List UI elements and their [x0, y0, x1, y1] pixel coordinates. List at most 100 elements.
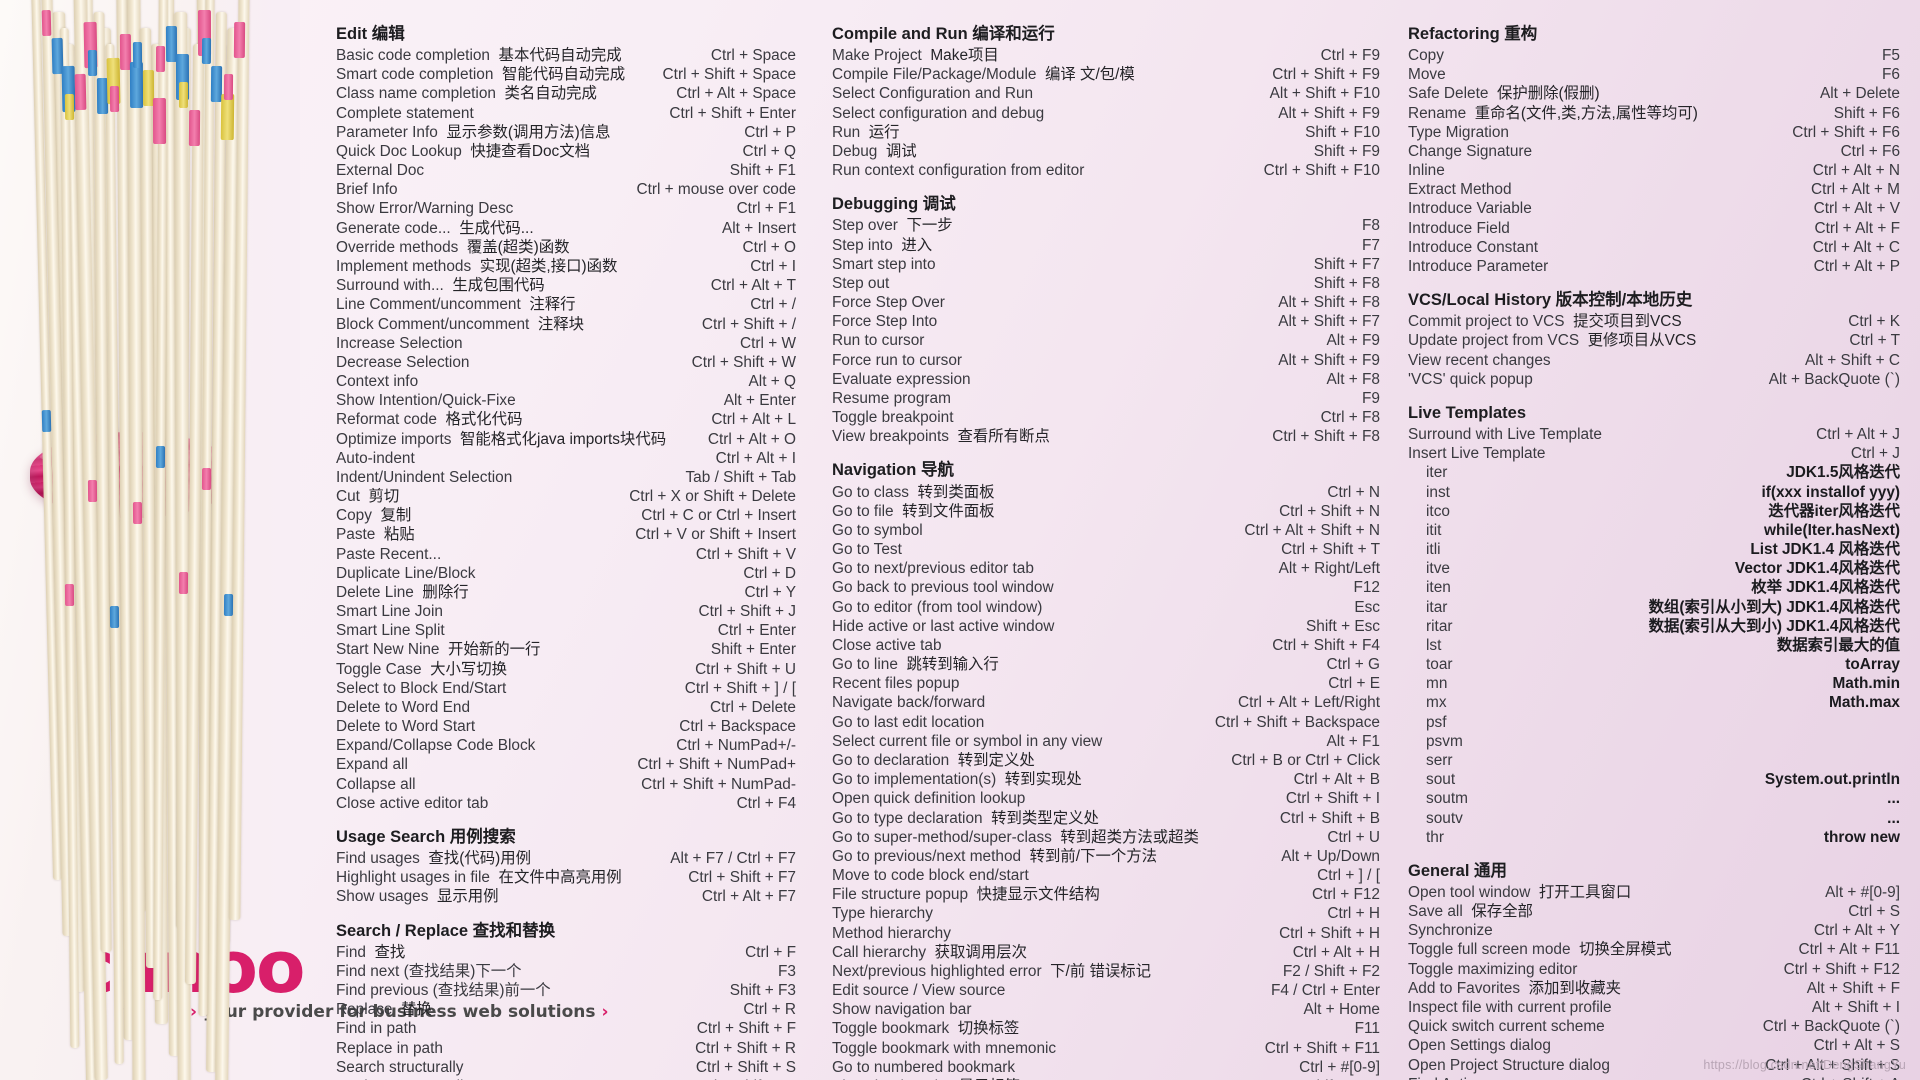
column-3: Refactoring 重构 Copy F5 Move F6 Safe Delete 保护… [1390, 24, 1920, 1080]
shortcut-row: Type Migration Ctrl + Shift + F6 [1408, 123, 1900, 142]
shortcut-row: Quick Doc Lookup 快捷查看Doc文档 Ctrl + Q [336, 142, 796, 161]
shortcut-label-en: Force Step Over [832, 294, 945, 312]
shortcut-key: Ctrl + Shift + A [1801, 1075, 1900, 1080]
shortcut-label-en: Go to class [832, 483, 909, 501]
shortcut-row: Find next (查找结果)下一个 F3 [336, 962, 796, 981]
shortcut-label-en: Context info [336, 373, 419, 391]
shortcut-key: Ctrl + Alt + Shift + N [1244, 521, 1380, 539]
shortcut-row: Find usages 查找(代码)用例 Alt + F7 / Ctrl + F7 [336, 849, 796, 868]
shortcut-row: Delete to Word End Ctrl + Delete [336, 698, 796, 717]
shortcut-row: Toggle maximizing editor Ctrl + Shift + F… [1408, 960, 1900, 979]
shortcut-label: Start New Nine 开始新的一行 [336, 640, 550, 659]
shortcut-row: Show Intention/Quick-Fixe Alt + Enter [336, 391, 796, 410]
shortcut-label: Type hierarchy [832, 904, 943, 923]
shortcut-row: Go to type declaration 转到类型定义处 Ctrl + Shi… [832, 809, 1380, 828]
shortcut-label-en: View breakpoints [832, 428, 949, 446]
shortcut-key: Alt + Shift + F9 [1278, 351, 1380, 369]
shortcut-key: Alt + Shift + I [1811, 999, 1900, 1016]
live-template-row: itar 数组(索引从小到大) JDK1.4风格迭代 [1408, 598, 1900, 617]
shortcut-label-en: Move [1408, 66, 1446, 84]
shortcut-label: Generate code... 生成代码... [336, 219, 544, 238]
shortcut-label: Delete Line 删除行 [336, 583, 479, 602]
shortcut-key: Alt + F9 [1326, 332, 1380, 350]
shortcut-label-cn: 更修项目从VCS [1579, 332, 1697, 350]
shortcut-label-en: Smart Line Join [336, 603, 443, 621]
shortcut-label: Navigate back/forward [832, 693, 995, 712]
shortcut-label-en: iten [1426, 579, 1451, 597]
section-heading-en: Search / Replace [336, 921, 469, 940]
shortcut-label-cn: 基本代码自动完成 [490, 47, 622, 65]
shortcut-row: Go to previous/next method 转到前/下一个方法 Alt … [832, 847, 1380, 866]
shortcut-key: Shift + F6 [1833, 104, 1900, 122]
shortcut-label: Go to file 转到文件面板 [832, 502, 1005, 521]
chopstick-tip [234, 21, 246, 59]
shortcut-label: Select current file or symbol in any vie… [832, 732, 1112, 751]
shortcut-label-cn: 重命名(文件,类,方法,属性等均可) [1466, 104, 1698, 122]
shortcut-label: Force Step Into [832, 312, 947, 331]
shortcut-label-en: 'VCS' quick popup [1408, 370, 1533, 388]
shortcut-label: toar [1408, 655, 1463, 674]
live-template-expansion: 枚举 JDK1.4风格迭代 [1751, 579, 1900, 597]
live-template-expansion: JDK1.5风格迭代 [1786, 464, 1900, 482]
shortcut-label: Complete statement [336, 104, 484, 123]
shortcut-row: Copy F5 [1408, 46, 1900, 65]
shortcut-label: Quick Doc Lookup 快捷查看Doc文档 [336, 142, 600, 161]
shortcut-label-en: Update project from VCS [1408, 332, 1580, 350]
shortcut-label-en: Block Comment/uncomment [336, 315, 530, 333]
shortcut-label-cn: 复制 [371, 507, 412, 525]
chopstick-tip [41, 9, 52, 37]
shortcut-key: Alt + Shift + C [1805, 351, 1900, 369]
shortcut-label: iter [1408, 463, 1457, 482]
column-2: Compile and Run 编译和运行 Make Project Make项目… [810, 24, 1390, 1080]
shortcut-label: serr [1408, 751, 1463, 770]
shortcut-label-en: Open Project Structure dialog [1408, 1056, 1610, 1074]
shortcut-row: Paste 粘贴 Ctrl + V or Shift + Insert [336, 525, 796, 544]
shortcut-row: Call hierarchy 获取调用层次 Ctrl + Alt + H [832, 943, 1380, 962]
shortcut-label: Call hierarchy 获取调用层次 [832, 943, 1037, 962]
shortcut-label-en: Move to code block end/start [832, 867, 1029, 885]
shortcut-row: Go to symbol Ctrl + Alt + Shift + N [832, 521, 1380, 540]
shortcut-key: Ctrl + BackQuote (`) [1762, 1018, 1900, 1036]
shortcut-label-en: Synchronize [1408, 922, 1493, 940]
shortcut-key: Ctrl + Alt + P [1813, 258, 1900, 275]
shortcut-row: Step over 下一步 F8 [832, 216, 1380, 235]
shortcut-key: Alt + Shift + F9 [1278, 104, 1380, 122]
shortcut-label-en: Auto-indent [336, 449, 415, 467]
shortcut-key: Ctrl + Alt + N [1812, 162, 1900, 180]
shortcut-label: Go to next/previous editor tab [832, 559, 1044, 578]
live-template-row: serr [1408, 751, 1900, 770]
shortcut-label-en: Open Settings dialog [1408, 1037, 1551, 1055]
shortcut-label: Find in path [336, 1019, 426, 1038]
shortcut-label: itve [1408, 559, 1460, 578]
shortcut-label-en: Extract Method [1408, 181, 1512, 199]
shortcut-row: Collapse all Ctrl + Shift + NumPad- [336, 775, 796, 794]
columns-container: Edit 编辑 Basic code completion 基本代码自动完成 Ctr… [300, 0, 1920, 1080]
section-heading-en: Live Templates [1408, 403, 1526, 422]
shortcut-label: Step out [832, 274, 899, 293]
shortcut-row: Smart code completion 智能代码自动完成 Ctrl + Shi… [336, 65, 796, 84]
section-search-replace: Search / Replace 查找和替换 Find 查找 Ctrl + F Fin… [336, 921, 796, 1080]
shortcut-key: Ctrl + Shift + F11 [1264, 1039, 1380, 1057]
shortcut-key: Ctrl + F [745, 943, 796, 961]
section-heading-en: Navigation [832, 461, 917, 480]
shortcut-label-en: Parameter Info [336, 123, 438, 141]
shortcut-row: Brief Info Ctrl + mouse over code [336, 180, 796, 199]
shortcut-key: Alt + Shift + F8 [1278, 294, 1380, 312]
live-template-row: itve Vector JDK1.4风格迭代 [1408, 559, 1900, 578]
shortcut-reference-card: canoo › your provider for business web s… [0, 0, 1920, 1080]
shortcut-row: Close active editor tab Ctrl + F4 [336, 794, 796, 813]
section-heading-cn: 编译和运行 [967, 25, 1055, 43]
chevron-right-icon: › [190, 1002, 198, 1022]
shortcut-key: Ctrl + Shift + H [1279, 924, 1380, 942]
shortcut-label-en: Rename [1408, 104, 1467, 122]
shortcut-key: Ctrl + N [1327, 483, 1380, 501]
shortcut-label-cn: 智能格式化java imports块代码 [451, 430, 667, 448]
shortcut-key: Ctrl + Backspace [679, 718, 796, 736]
shortcut-key: Ctrl + O [742, 238, 796, 256]
shortcut-row: Generate code... 生成代码... Alt + Insert [336, 219, 796, 238]
shortcut-label-en: Call hierarchy [832, 943, 927, 961]
shortcut-key: Alt + Delete [1820, 85, 1900, 103]
shortcut-row: Show usages 显示用例 Ctrl + Alt + F7 [336, 887, 796, 906]
shortcut-label: Go to declaration 转到定义处 [832, 751, 1045, 770]
shortcut-label: Type Migration [1408, 123, 1519, 142]
